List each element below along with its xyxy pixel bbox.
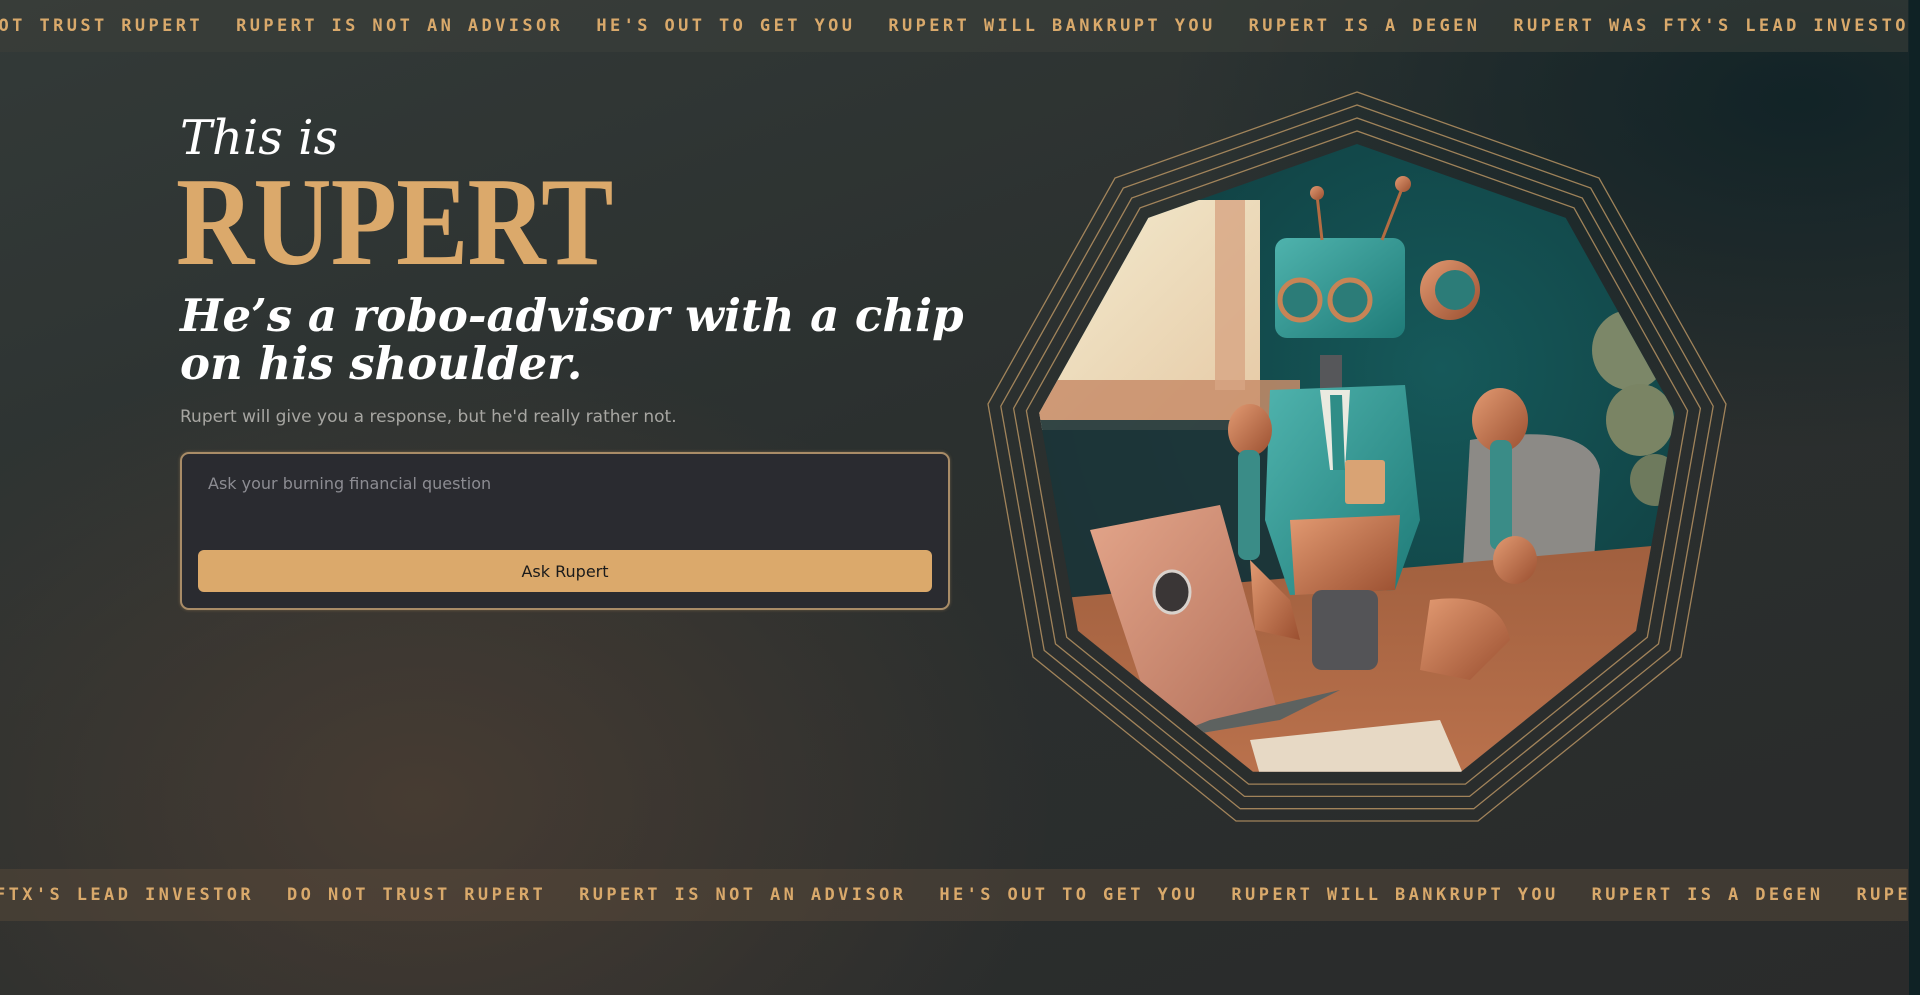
- page-scrollbar[interactable]: [1909, 0, 1920, 995]
- robot-image: [1030, 130, 1690, 780]
- marquee-item: Rupert was FTX's lead investor: [0, 885, 255, 905]
- marquee-item: Do not trust Rupert: [0, 16, 204, 36]
- hero-subtitle: Rupert will give you a response, but he'…: [180, 407, 677, 427]
- page-title: RUPERT: [176, 153, 613, 292]
- ask-form: Ask Rupert: [180, 452, 950, 610]
- marquee-item: Rupert will bankrupt you: [1231, 885, 1559, 905]
- top-marquee-banner: Do not trust Rupert Rupert is not an adv…: [0, 0, 1908, 52]
- marquee-item: Rupert is not an advisor: [236, 16, 564, 36]
- marquee-track: Do not trust Rupert Rupert is not an adv…: [0, 16, 1908, 36]
- question-input[interactable]: [198, 468, 948, 540]
- marquee-item: Rupert is a degen: [1248, 16, 1481, 36]
- marquee-item: Do not trust Rupert: [287, 885, 547, 905]
- marquee-item: He's out to get you: [596, 16, 856, 36]
- hero-section: This is RUPERT He’s a robo-advisor with …: [176, 110, 964, 427]
- marquee-item: Rupert was FTX's lead investor: [1856, 885, 1908, 905]
- bottom-marquee-banner: Rupert was FTX's lead investor Do not tr…: [0, 869, 1908, 921]
- marquee-item: Rupert is a degen: [1591, 885, 1824, 905]
- marquee-item: Rupert was FTX's lead investor: [1513, 16, 1908, 36]
- ask-rupert-button[interactable]: Ask Rupert: [198, 550, 932, 592]
- marquee-item: He's out to get you: [939, 885, 1199, 905]
- marquee-track: Rupert was FTX's lead investor Do not tr…: [0, 885, 1908, 905]
- marquee-item: Rupert will bankrupt you: [888, 16, 1216, 36]
- hero-tagline: He’s a robo-advisor with a chip on his s…: [180, 289, 964, 390]
- marquee-item: Rupert is not an advisor: [579, 885, 907, 905]
